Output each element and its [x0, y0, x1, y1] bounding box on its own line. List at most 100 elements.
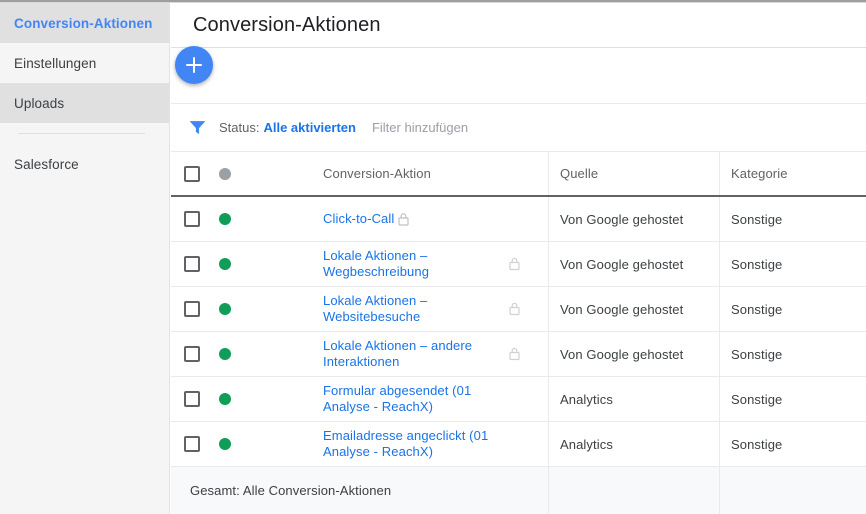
table-header-row: Conversion-Aktion Quelle Kategorie	[171, 152, 866, 197]
source-value: Analytics	[560, 436, 613, 452]
table-total-row: Gesamt: Alle Conversion-Aktionen	[171, 467, 866, 514]
conversion-action-link[interactable]: Lokale Aktionen – Wegbeschreibung	[323, 248, 518, 280]
row-source-cell: Von Google gehostet	[549, 287, 720, 331]
conversion-actions-table: Conversion-Aktion Quelle Kategorie Click…	[171, 152, 866, 514]
row-checkbox[interactable]	[184, 346, 200, 362]
row-source-cell: Analytics	[549, 422, 720, 466]
sidebar-item-label: Uploads	[14, 95, 65, 111]
source-value: Von Google gehostet	[560, 346, 684, 362]
page-title: Conversion-Aktionen	[193, 13, 381, 36]
table-row[interactable]: Lokale Aktionen – andere Interaktionen V…	[171, 332, 866, 377]
row-status-cell	[213, 287, 251, 331]
row-checkbox[interactable]	[184, 301, 200, 317]
row-source-cell: Analytics	[549, 377, 720, 421]
action-toolbar	[171, 46, 866, 104]
page-header: Conversion-Aktionen	[171, 3, 866, 48]
category-value: Sonstige	[731, 436, 783, 452]
select-all-checkbox[interactable]	[184, 165, 200, 182]
header-source-cell[interactable]: Quelle	[549, 152, 720, 195]
sidebar-item-uploads[interactable]: Uploads	[0, 83, 169, 123]
category-value: Sonstige	[731, 391, 783, 407]
sidebar-item-einstellungen[interactable]: Einstellungen	[0, 43, 169, 83]
row-select-cell	[171, 242, 213, 286]
status-dot-icon	[219, 213, 231, 225]
app-root: Conversion-Aktionen Einstellungen Upload…	[0, 0, 866, 514]
row-status-cell	[213, 332, 251, 376]
row-name-cell: Lokale Aktionen – Wegbeschreibung	[251, 242, 549, 286]
add-filter-button[interactable]: Filter hinzufügen	[372, 120, 468, 135]
lock-icon	[509, 257, 520, 271]
status-dot-icon	[219, 258, 231, 270]
column-header-category: Kategorie	[731, 166, 788, 181]
category-value: Sonstige	[731, 256, 783, 272]
table-row[interactable]: Lokale Aktionen – Websitebesuche Von Goo…	[171, 287, 866, 332]
header-name-cell[interactable]: Conversion-Aktion	[251, 152, 549, 195]
row-name-cell: Lokale Aktionen – Websitebesuche	[251, 287, 549, 331]
row-select-cell	[171, 422, 213, 466]
main-content: Conversion-Aktionen Status: Alle aktivie…	[171, 3, 866, 514]
row-select-cell	[171, 197, 213, 241]
conversion-action-link[interactable]: Lokale Aktionen – andere Interaktionen	[323, 338, 518, 370]
total-label: Gesamt: Alle Conversion-Aktionen	[190, 483, 392, 498]
row-category-cell: Sonstige	[720, 197, 866, 241]
row-source-cell: Von Google gehostet	[549, 332, 720, 376]
source-value: Von Google gehostet	[560, 256, 684, 272]
row-name-cell: Formular abgesendet (01 Analyse - ReachX…	[251, 377, 549, 421]
total-source-cell	[549, 467, 720, 514]
conversion-action-link[interactable]: Click-to-Call	[323, 211, 394, 227]
status-dot-icon	[219, 348, 231, 360]
sidebar-item-salesforce[interactable]: Salesforce	[0, 144, 169, 184]
status-dot-icon	[219, 393, 231, 405]
row-category-cell: Sonstige	[720, 422, 866, 466]
sidebar-item-label: Conversion-Aktionen	[14, 15, 153, 31]
sidebar-item-label: Salesforce	[14, 156, 79, 172]
total-category-cell	[720, 467, 866, 514]
row-checkbox[interactable]	[184, 211, 200, 227]
source-value: Von Google gehostet	[560, 211, 684, 227]
row-select-cell	[171, 287, 213, 331]
filter-funnel-icon[interactable]	[189, 120, 206, 135]
column-header-name: Conversion-Aktion	[323, 166, 431, 181]
row-checkbox[interactable]	[184, 391, 200, 407]
row-name-cell: Lokale Aktionen – andere Interaktionen	[251, 332, 549, 376]
column-header-source: Quelle	[560, 166, 599, 181]
sidebar-divider	[18, 133, 145, 134]
row-status-cell	[213, 197, 251, 241]
table-row[interactable]: Emailadresse angeclickt (01 Analyse - Re…	[171, 422, 866, 467]
source-value: Analytics	[560, 391, 613, 407]
table-row[interactable]: Click-to-Call Von Google gehostet Sonsti…	[171, 197, 866, 242]
row-source-cell: Von Google gehostet	[549, 197, 720, 241]
total-label-cell: Gesamt: Alle Conversion-Aktionen	[171, 467, 549, 514]
select-all-cell	[171, 152, 213, 195]
add-conversion-action-button[interactable]	[175, 46, 213, 84]
filter-bar: Status: Alle aktivierten Filter hinzufüg…	[171, 104, 866, 152]
filter-status-value[interactable]: Alle aktivierten	[263, 120, 356, 135]
source-value: Von Google gehostet	[560, 301, 684, 317]
table-row[interactable]: Formular abgesendet (01 Analyse - ReachX…	[171, 377, 866, 422]
conversion-action-link[interactable]: Formular abgesendet (01 Analyse - ReachX…	[323, 383, 518, 415]
header-status-cell	[213, 152, 251, 195]
row-name-cell: Click-to-Call	[251, 197, 549, 241]
conversion-action-link[interactable]: Emailadresse angeclickt (01 Analyse - Re…	[323, 428, 518, 460]
row-checkbox[interactable]	[184, 256, 200, 272]
header-category-cell[interactable]: Kategorie	[720, 152, 866, 195]
row-checkbox[interactable]	[184, 436, 200, 452]
status-dot-icon	[219, 303, 231, 315]
status-dot-icon	[219, 438, 231, 450]
lock-icon	[398, 212, 409, 226]
conversion-action-link[interactable]: Lokale Aktionen – Websitebesuche	[323, 293, 518, 325]
category-value: Sonstige	[731, 301, 783, 317]
sidebar-item-label: Einstellungen	[14, 55, 97, 71]
sidebar-item-conversion-aktionen[interactable]: Conversion-Aktionen	[0, 3, 169, 43]
row-name-cell: Emailadresse angeclickt (01 Analyse - Re…	[251, 422, 549, 466]
row-category-cell: Sonstige	[720, 287, 866, 331]
category-value: Sonstige	[731, 346, 783, 362]
row-category-cell: Sonstige	[720, 242, 866, 286]
row-status-cell	[213, 377, 251, 421]
table-row[interactable]: Lokale Aktionen – Wegbeschreibung Von Go…	[171, 242, 866, 287]
row-source-cell: Von Google gehostet	[549, 242, 720, 286]
row-status-cell	[213, 242, 251, 286]
row-category-cell: Sonstige	[720, 377, 866, 421]
row-category-cell: Sonstige	[720, 332, 866, 376]
status-dot-icon	[219, 167, 231, 180]
